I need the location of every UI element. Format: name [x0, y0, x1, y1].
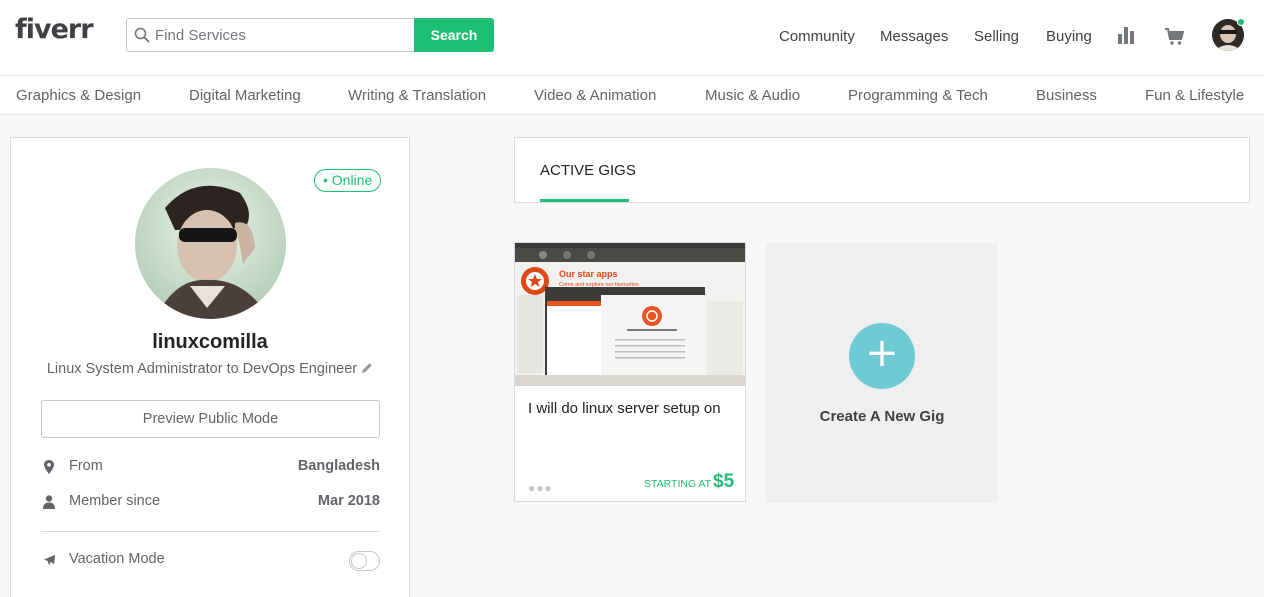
member-since-row: Member since Mar 2018 — [41, 493, 380, 513]
member-since-label: Member since — [69, 493, 161, 509]
location-pin-icon — [44, 460, 54, 474]
category-music-audio[interactable]: Music & Audio — [705, 87, 800, 104]
category-business[interactable]: Business — [1036, 87, 1097, 104]
more-options-icon[interactable]: ●●● — [528, 481, 553, 495]
toggle-knob — [351, 553, 367, 569]
thumb-heading: Our star apps — [559, 269, 618, 279]
gig-price: $5 — [713, 471, 735, 492]
category-fun-lifestyle[interactable]: Fun & Lifestyle — [1145, 87, 1244, 104]
vacation-mode-toggle[interactable] — [349, 551, 380, 571]
nav-buying[interactable]: Buying — [1046, 28, 1092, 45]
category-graphics-design[interactable]: Graphics & Design — [16, 87, 141, 104]
vacation-mode-label: Vacation Mode — [69, 551, 165, 567]
nav-selling[interactable]: Selling — [974, 28, 1019, 45]
plus-icon: + — [865, 330, 899, 376]
fiverr-logo[interactable]: fiverr — [15, 14, 94, 45]
profile-card: • Online linuxcomilla Linux System Admin… — [10, 137, 410, 597]
nav-messages[interactable]: Messages — [880, 28, 948, 45]
category-bar: Graphics & Design Digital Marketing Writ… — [0, 76, 1264, 115]
profile-username: linuxcomilla — [152, 331, 268, 353]
category-programming-tech[interactable]: Programming & Tech — [848, 87, 988, 104]
online-status-badge: • Online — [314, 169, 382, 192]
member-since-value: Mar 2018 — [317, 493, 380, 509]
preview-public-mode-button[interactable]: Preview Public Mode — [41, 400, 380, 438]
profile-tagline: Linux System Administrator to DevOps Eng… — [11, 361, 409, 377]
online-dot — [1237, 18, 1245, 26]
profile-divider — [41, 531, 380, 532]
top-header: fiverr Search Community Messages Selling… — [0, 0, 1264, 76]
category-digital-marketing[interactable]: Digital Marketing — [189, 87, 301, 104]
search-button[interactable]: Search — [414, 18, 494, 52]
tab-active-gigs[interactable]: ACTIVE GIGS — [540, 162, 636, 179]
from-label: From — [69, 458, 103, 474]
active-tab-indicator — [540, 199, 629, 202]
gig-card[interactable]: Our star apps Come and explore our favou… — [514, 242, 746, 502]
gig-title[interactable]: I will do linux server setup on — [528, 399, 738, 419]
create-gig-button[interactable]: + — [849, 323, 915, 389]
create-gig-label[interactable]: Create A New Gig — [766, 408, 998, 425]
from-row: From Bangladesh — [41, 458, 380, 478]
search-icon — [134, 27, 150, 43]
category-writing-translation[interactable]: Writing & Translation — [348, 87, 486, 104]
starting-at-label: STARTING AT — [644, 478, 712, 490]
tagline-text: Linux System Administrator to DevOps Eng… — [46, 361, 358, 377]
pencil-icon[interactable] — [361, 362, 373, 374]
airplane-icon — [43, 554, 56, 566]
search-input[interactable] — [126, 18, 415, 52]
cart-icon[interactable] — [1165, 28, 1184, 45]
search-bar: Search — [126, 18, 494, 52]
profile-photo[interactable] — [135, 168, 286, 319]
category-video-animation[interactable]: Video & Animation — [534, 87, 656, 104]
create-gig-card[interactable]: + Create A New Gig — [766, 243, 998, 503]
user-avatar[interactable] — [1212, 18, 1245, 51]
analytics-bar-icon[interactable] — [1118, 27, 1134, 44]
vacation-mode-row: Vacation Mode — [41, 551, 380, 571]
gig-thumbnail[interactable]: Our star apps Come and explore our favou… — [515, 243, 745, 386]
from-value: Bangladesh — [297, 458, 380, 474]
gigs-tabs: ACTIVE GIGS — [514, 137, 1250, 203]
user-icon — [43, 495, 55, 509]
nav-community[interactable]: Community — [779, 28, 855, 45]
